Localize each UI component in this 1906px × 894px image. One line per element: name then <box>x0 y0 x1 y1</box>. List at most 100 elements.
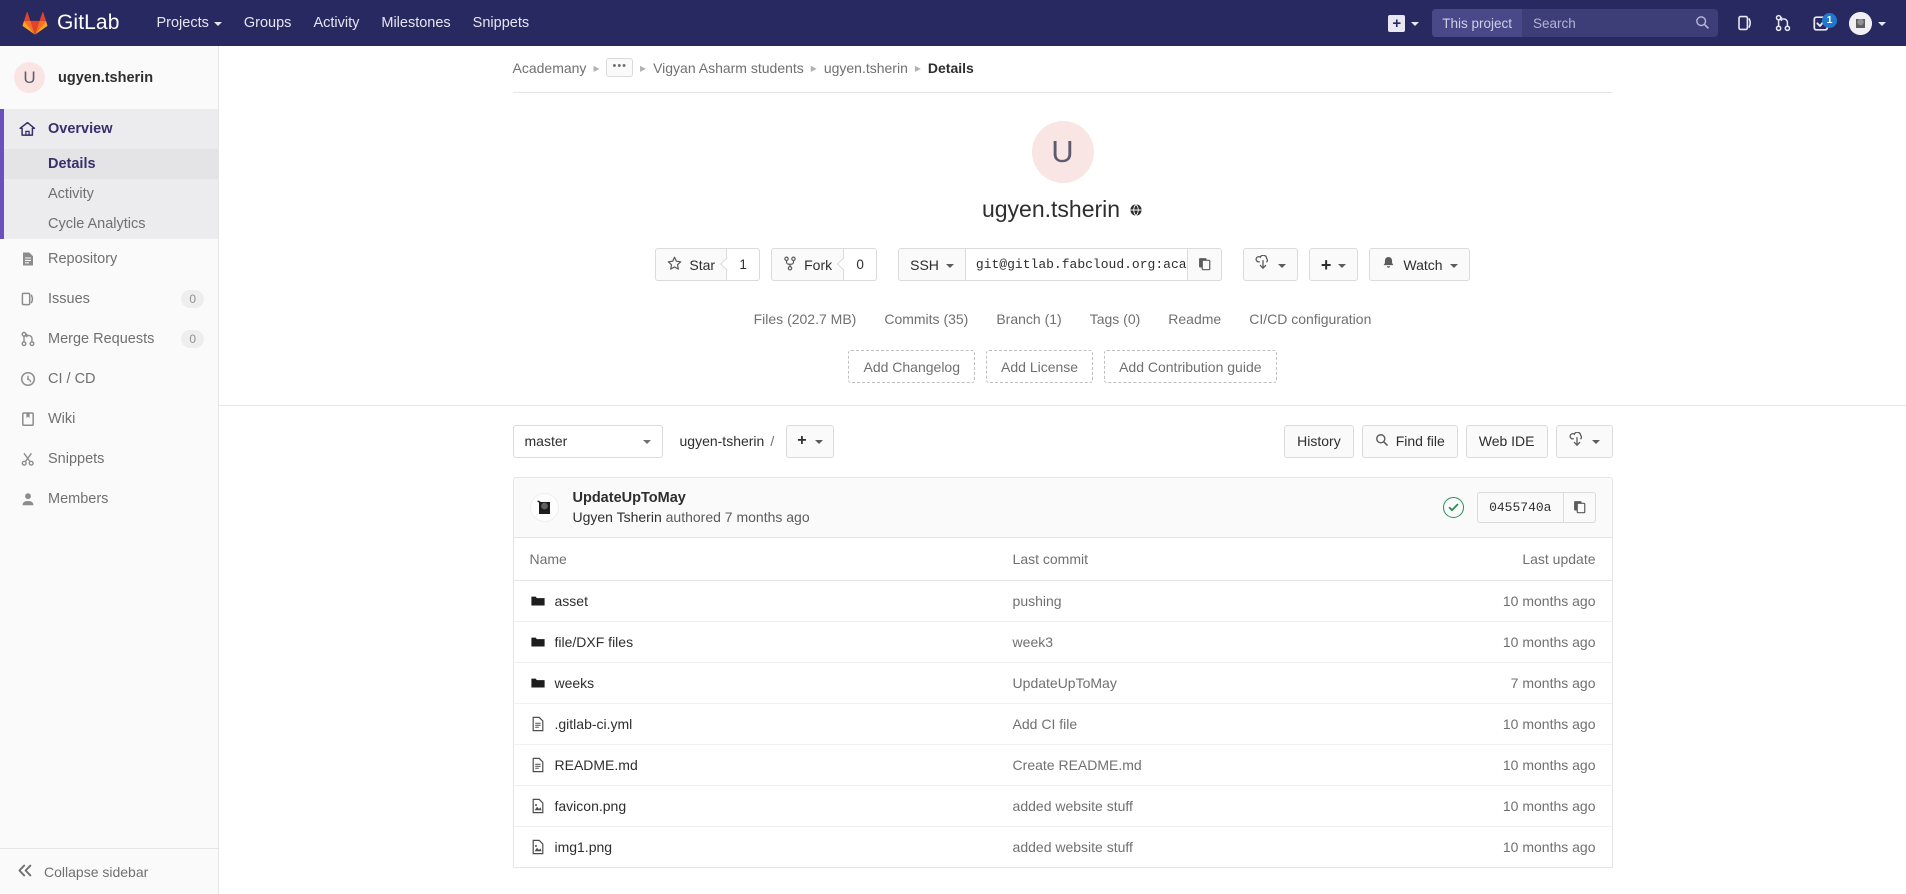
entry-name[interactable]: README.md <box>555 757 638 773</box>
history-button[interactable]: History <box>1284 424 1354 458</box>
entry-last-commit[interactable]: Add CI file <box>996 703 1404 745</box>
stat-files[interactable]: Files (202.7 MB) <box>740 311 871 327</box>
nav-link-projects-label: Projects <box>156 15 209 31</box>
table-row[interactable]: README.md Create README.md 10 months ago <box>513 744 1612 786</box>
sidebar-item-snippets[interactable]: Snippets <box>4 439 218 479</box>
sidebar-item-cicd[interactable]: CI / CD <box>4 359 218 399</box>
nav-link-groups[interactable]: Groups <box>233 2 303 44</box>
star-count[interactable]: 1 <box>727 248 761 281</box>
entry-name[interactable]: weeks <box>555 675 595 691</box>
new-item-dropdown[interactable]: + <box>1379 0 1428 46</box>
entry-last-commit[interactable]: week3 <box>996 621 1404 663</box>
sidebar-item-overview[interactable]: Overview <box>4 109 218 149</box>
nav-link-milestones[interactable]: Milestones <box>370 2 461 44</box>
last-commit-title[interactable]: UpdateUpToMay <box>573 490 810 506</box>
entry-name[interactable]: favicon.png <box>555 798 627 814</box>
sidebar-subitem-cycle-analytics[interactable]: Cycle Analytics <box>4 209 218 239</box>
copy-clone-url-button[interactable] <box>1187 248 1222 281</box>
breadcrumb-item-project[interactable]: ugyen.tsherin <box>824 60 908 76</box>
merge-requests-icon[interactable] <box>1766 0 1800 46</box>
sidebar-item-merge-requests[interactable]: Merge Requests 0 <box>4 319 218 359</box>
download-source-dropdown-button[interactable] <box>1555 424 1613 458</box>
copy-commit-sha-button[interactable] <box>1563 492 1596 523</box>
entry-last-commit[interactable]: added website stuff <box>997 827 1404 868</box>
check-circle-icon[interactable] <box>1443 497 1465 518</box>
entry-name[interactable]: file/DXF files <box>555 634 634 650</box>
clone-url-input[interactable]: git@gitlab.fabcloud.org:academany <box>965 248 1188 281</box>
breadcrumb-item-group[interactable]: Vigyan Asharm students <box>653 60 804 76</box>
todos-icon[interactable]: 1 <box>1804 0 1838 46</box>
last-commit-author[interactable]: Ugyen Tsherin <box>573 509 662 525</box>
sidebar-group-cicd: CI / CD <box>0 359 218 399</box>
path-separator: / <box>770 433 775 449</box>
nav-link-projects[interactable]: Projects <box>145 2 232 44</box>
breadcrumb-item-academany[interactable]: Academany <box>513 60 587 76</box>
tree-table-body: asset pushing 10 months ago file/DXF fil… <box>513 580 1612 868</box>
table-row[interactable]: favicon.png added website stuff 10 month… <box>513 785 1612 827</box>
sidebar-project-header[interactable]: U ugyen.tsherin <box>0 46 218 109</box>
branch-selector[interactable]: master <box>512 424 663 458</box>
chevron-down-icon <box>213 22 222 26</box>
sidebar-subitem-details[interactable]: Details <box>4 149 218 179</box>
stat-tags[interactable]: Tags (0) <box>1076 311 1155 327</box>
add-to-project-dropdown-button[interactable]: + <box>1308 248 1359 281</box>
stat-cicd-configuration[interactable]: CI/CD configuration <box>1235 311 1385 327</box>
entry-last-commit[interactable]: Create README.md <box>996 744 1404 786</box>
entry-name-cell: file/DXF files <box>530 634 981 650</box>
stat-readme[interactable]: Readme <box>1154 311 1235 327</box>
fork-count[interactable]: 0 <box>844 248 878 281</box>
nav-link-snippets[interactable]: Snippets <box>462 2 540 44</box>
sidebar-subitem-activity[interactable]: Activity <box>4 179 218 209</box>
avatar <box>1849 11 1872 35</box>
table-row[interactable]: img1.png added website stuff 10 months a… <box>513 827 1612 868</box>
search-scope-label[interactable]: This project <box>1432 9 1522 37</box>
web-ide-button[interactable]: Web IDE <box>1465 424 1548 458</box>
entry-name[interactable]: asset <box>555 593 588 609</box>
chevron-down-icon <box>642 440 651 444</box>
star-button[interactable]: Star <box>655 248 728 281</box>
bell-icon <box>1381 255 1396 274</box>
fork-button[interactable]: Fork <box>771 248 845 281</box>
sidebar-item-issues[interactable]: Issues 0 <box>4 279 218 319</box>
entry-last-commit[interactable]: UpdateUpToMay <box>996 662 1404 704</box>
add-contribution-guide-button[interactable]: Add Contribution guide <box>1104 350 1277 383</box>
entry-last-commit[interactable]: added website stuff <box>996 785 1404 827</box>
sidebar-item-repository[interactable]: Repository <box>4 239 218 279</box>
download-dropdown-button[interactable] <box>1242 248 1298 281</box>
search-input[interactable] <box>1522 9 1718 37</box>
table-row[interactable]: .gitlab-ci.yml Add CI file 10 months ago <box>513 703 1612 745</box>
entry-name[interactable]: .gitlab-ci.yml <box>555 716 633 732</box>
entry-last-commit[interactable]: pushing <box>996 580 1404 622</box>
watch-dropdown-button[interactable]: Watch <box>1369 248 1470 281</box>
stat-branches[interactable]: Branch (1) <box>982 311 1075 327</box>
commit-sha[interactable]: 0455740a <box>1477 492 1564 523</box>
sidebar-group-merge-requests: Merge Requests 0 <box>0 319 218 359</box>
table-row[interactable]: file/DXF files week3 10 months ago <box>513 621 1612 663</box>
breadcrumb-expand-button[interactable]: ••• <box>606 58 634 77</box>
table-row[interactable]: weeks UpdateUpToMay 7 months ago <box>513 662 1612 704</box>
user-menu-dropdown[interactable] <box>1840 0 1892 46</box>
scissors-icon <box>19 451 36 468</box>
clone-protocol-dropdown[interactable]: SSH <box>898 248 966 281</box>
star-button-group: Star 1 <box>655 248 761 281</box>
sidebar-subitem-activity-label: Activity <box>48 186 94 202</box>
new-file-dropdown-button[interactable]: + <box>786 424 834 458</box>
repository-files-panel: master ugyen-tsherin / + History Find fi… <box>512 406 1613 868</box>
chevron-double-left-icon <box>17 864 33 880</box>
stat-commits[interactable]: Commits (35) <box>870 311 982 327</box>
gitlab-home-link[interactable]: GitLab <box>22 11 119 36</box>
issues-icon[interactable] <box>1728 0 1762 46</box>
path-root-link[interactable]: ugyen-tsherin <box>680 433 765 449</box>
nav-link-activity[interactable]: Activity <box>302 2 370 44</box>
entry-name[interactable]: img1.png <box>555 839 613 855</box>
nav-link-groups-label: Groups <box>243 15 292 31</box>
add-license-button[interactable]: Add License <box>986 350 1094 383</box>
add-changelog-button[interactable]: Add Changelog <box>848 350 976 383</box>
table-row[interactable]: asset pushing 10 months ago <box>513 580 1612 622</box>
star-button-label: Star <box>689 256 716 273</box>
sidebar-item-wiki[interactable]: Wiki <box>4 399 218 439</box>
collapse-sidebar-button[interactable]: Collapse sidebar <box>0 848 218 894</box>
find-file-button[interactable]: Find file <box>1361 424 1458 458</box>
project-actions: Star 1 Fork 0 SSH git@gitlab.fabcloud.or… <box>219 248 1906 281</box>
sidebar-item-members[interactable]: Members <box>4 479 218 519</box>
